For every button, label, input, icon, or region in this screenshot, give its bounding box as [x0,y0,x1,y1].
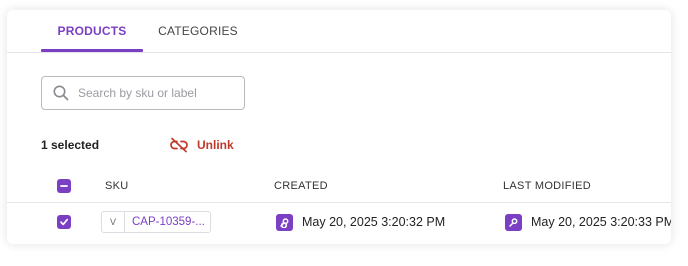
user-avatar-icon [505,213,522,231]
created-date: May 20, 2025 3:20:32 PM [302,215,446,229]
active-tab-indicator [41,49,143,52]
select-all-checkbox[interactable] [57,179,71,193]
column-header-sku[interactable]: SKU [105,170,129,202]
tab-categories[interactable]: CATEGORIES [153,10,243,52]
products-panel: PRODUCTS CATEGORIES 1 selected Unlink SK… [7,10,671,244]
table-row[interactable]: V CAP-10359-... May 20, 2025 3:20:32 PM … [7,203,671,241]
selection-count: 1 selected [41,138,100,152]
table-header: SKU CREATED LAST MODIFIED [7,170,671,203]
column-header-last-modified[interactable]: LAST MODIFIED [503,170,591,202]
search-icon [53,85,69,101]
minus-checkbox-icon [60,185,68,187]
sku-code: CAP-10359-... [132,216,205,228]
column-header-created[interactable]: CREATED [274,170,328,202]
check-icon [60,218,69,226]
last-modified-date: May 20, 2025 3:20:33 PM [531,215,671,229]
tab-products[interactable]: PRODUCTS [41,10,143,52]
unlink-icon [170,137,188,153]
tab-bar: PRODUCTS CATEGORIES [7,10,671,53]
search-input[interactable] [76,85,240,101]
unlink-label: Unlink [197,138,234,152]
unlink-button[interactable]: Unlink [169,134,234,156]
variant-tag: V [102,212,125,232]
last-modified-cell: May 20, 2025 3:20:33 PM [505,211,671,233]
row-checkbox[interactable] [57,215,71,229]
search-box[interactable] [41,76,245,110]
sku-link[interactable]: V CAP-10359-... [101,211,211,233]
user-avatar-icon [276,213,293,231]
created-cell: May 20, 2025 3:20:32 PM [276,211,445,233]
